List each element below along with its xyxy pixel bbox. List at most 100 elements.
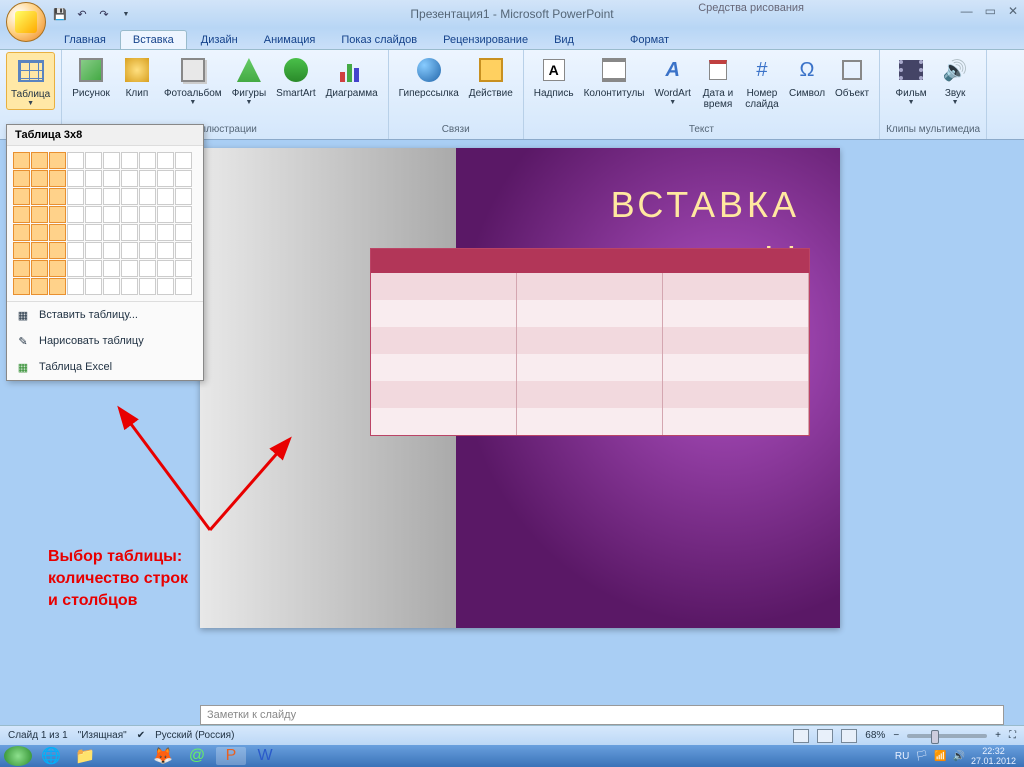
insert-table-menuitem[interactable]: ▦Вставить таблицу... — [7, 302, 203, 328]
grid-cell[interactable] — [85, 152, 102, 169]
grid-cell[interactable] — [103, 260, 120, 277]
grid-cell[interactable] — [157, 278, 174, 295]
excel-table-menuitem[interactable]: ▦Таблица Excel — [7, 354, 203, 380]
grid-cell[interactable] — [31, 152, 48, 169]
taskbar-app[interactable]: @ — [182, 747, 212, 765]
grid-cell[interactable] — [85, 206, 102, 223]
minimize-button[interactable]: ― — [961, 4, 973, 18]
grid-cell[interactable] — [85, 170, 102, 187]
slideshow-view-button[interactable] — [841, 729, 857, 743]
grid-cell[interactable] — [13, 152, 30, 169]
zoom-slider[interactable] — [907, 734, 987, 738]
header-button[interactable]: Колонтитулы — [580, 52, 649, 101]
language-indicator[interactable]: Русский (Россия) — [155, 730, 234, 741]
grid-cell[interactable] — [13, 242, 30, 259]
tab-format[interactable]: Формат — [618, 31, 681, 49]
grid-cell[interactable] — [31, 206, 48, 223]
wordart-button[interactable]: AWordArt▼ — [650, 52, 695, 108]
picture-button[interactable]: Рисунок — [68, 52, 114, 101]
grid-cell[interactable] — [103, 152, 120, 169]
grid-cell[interactable] — [175, 278, 192, 295]
grid-cell[interactable] — [49, 242, 66, 259]
grid-cell[interactable] — [103, 242, 120, 259]
grid-cell[interactable] — [31, 278, 48, 295]
grid-cell[interactable] — [103, 188, 120, 205]
qat-customize-icon[interactable]: ▼ — [118, 6, 134, 22]
grid-cell[interactable] — [121, 206, 138, 223]
tray-network-icon[interactable]: 📶 — [934, 751, 946, 762]
grid-cell[interactable] — [67, 152, 84, 169]
grid-cell[interactable] — [139, 260, 156, 277]
inserted-table[interactable] — [370, 248, 810, 436]
grid-cell[interactable] — [13, 188, 30, 205]
tray-clock[interactable]: 22:32 27.01.2012 — [971, 746, 1020, 766]
sound-button[interactable]: 🔊Звук▼ — [934, 52, 976, 108]
taskbar-ie[interactable]: 🌐 — [36, 747, 66, 765]
chart-button[interactable]: Диаграмма — [322, 52, 382, 101]
draw-table-menuitem[interactable]: ✎Нарисовать таблицу — [7, 328, 203, 354]
hyperlink-button[interactable]: Гиперссылка — [395, 52, 463, 101]
grid-cell[interactable] — [139, 188, 156, 205]
action-button[interactable]: Действие — [465, 52, 517, 101]
grid-cell[interactable] — [49, 278, 66, 295]
grid-cell[interactable] — [121, 188, 138, 205]
tray-flag-icon[interactable]: 🏳 — [915, 751, 928, 762]
grid-cell[interactable] — [139, 152, 156, 169]
grid-cell[interactable] — [103, 206, 120, 223]
close-button[interactable]: ✕ — [1008, 4, 1018, 18]
tab-insert[interactable]: Вставка — [120, 30, 187, 49]
grid-cell[interactable] — [139, 242, 156, 259]
album-button[interactable]: Фотоальбом▼ — [160, 52, 226, 108]
grid-cell[interactable] — [31, 224, 48, 241]
tab-review[interactable]: Рецензирование — [431, 31, 540, 49]
office-button[interactable] — [6, 2, 46, 42]
grid-cell[interactable] — [103, 170, 120, 187]
grid-cell[interactable] — [157, 260, 174, 277]
tab-home[interactable]: Главная — [52, 31, 118, 49]
grid-cell[interactable] — [49, 224, 66, 241]
zoom-out-button[interactable]: − — [893, 730, 899, 741]
grid-cell[interactable] — [139, 278, 156, 295]
slidenum-button[interactable]: #Номер слайда — [741, 52, 783, 112]
grid-cell[interactable] — [85, 188, 102, 205]
grid-cell[interactable] — [85, 224, 102, 241]
maximize-button[interactable]: ▭ — [985, 4, 996, 18]
notes-pane[interactable]: Заметки к слайду — [200, 705, 1004, 725]
grid-cell[interactable] — [13, 206, 30, 223]
grid-cell[interactable] — [31, 188, 48, 205]
grid-cell[interactable] — [175, 152, 192, 169]
grid-cell[interactable] — [139, 224, 156, 241]
grid-cell[interactable] — [31, 260, 48, 277]
save-icon[interactable]: 💾 — [52, 6, 68, 22]
tab-animation[interactable]: Анимация — [252, 31, 328, 49]
grid-cell[interactable] — [103, 224, 120, 241]
textbox-button[interactable]: AНадпись — [530, 52, 578, 101]
taskbar-word[interactable]: W — [250, 747, 280, 765]
grid-cell[interactable] — [157, 242, 174, 259]
grid-cell[interactable] — [121, 152, 138, 169]
tab-design[interactable]: Дизайн — [189, 31, 250, 49]
tab-slideshow[interactable]: Показ слайдов — [329, 31, 429, 49]
zoom-in-button[interactable]: + — [995, 730, 1001, 741]
grid-cell[interactable] — [67, 188, 84, 205]
grid-cell[interactable] — [31, 170, 48, 187]
grid-cell[interactable] — [85, 260, 102, 277]
grid-cell[interactable] — [157, 170, 174, 187]
object-button[interactable]: Объект — [831, 52, 873, 101]
grid-cell[interactable] — [157, 188, 174, 205]
start-button[interactable] — [4, 746, 32, 766]
grid-cell[interactable] — [49, 260, 66, 277]
slide-canvas[interactable]: ВСТАВКА Ы Ы — [200, 148, 840, 628]
grid-cell[interactable] — [13, 224, 30, 241]
grid-cell[interactable] — [121, 170, 138, 187]
grid-cell[interactable] — [121, 224, 138, 241]
sorter-view-button[interactable] — [817, 729, 833, 743]
grid-cell[interactable] — [157, 152, 174, 169]
grid-cell[interactable] — [49, 206, 66, 223]
grid-cell[interactable] — [139, 170, 156, 187]
grid-cell[interactable] — [67, 260, 84, 277]
grid-cell[interactable] — [121, 278, 138, 295]
grid-cell[interactable] — [175, 188, 192, 205]
grid-cell[interactable] — [67, 206, 84, 223]
taskbar-powerpoint[interactable]: P — [216, 747, 246, 765]
